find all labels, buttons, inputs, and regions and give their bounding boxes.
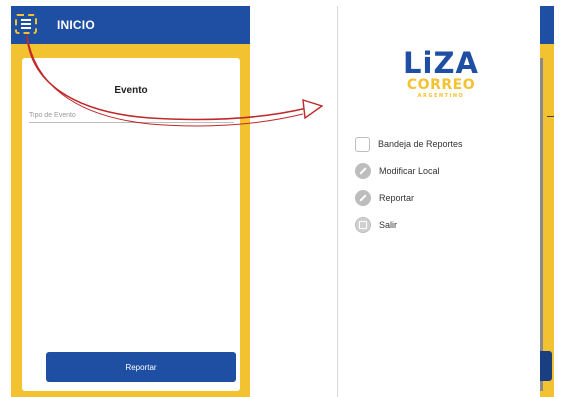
drawer-screen: LiZA CORREO ARGENTINO Bandeja de Reporte… (337, 6, 554, 397)
event-card: Evento Reportar (22, 58, 240, 391)
menu-item-bandeja-de-reportes[interactable]: Bandeja de Reportes (355, 134, 463, 154)
logo-argentino-text: ARGENTINO (417, 93, 465, 99)
menu-item-label: Modificar Local (379, 166, 440, 176)
app-bar: INICIO (11, 6, 250, 44)
logo-correo-text: CORREO (406, 77, 476, 93)
pencil-icon (355, 163, 371, 179)
report-button[interactable]: Reportar (46, 352, 236, 382)
navigation-drawer: LiZA CORREO ARGENTINO Bandeja de Reporte… (337, 6, 540, 397)
logo-liza-text: LiZA (403, 46, 479, 80)
card-title: Evento (114, 85, 148, 96)
pencil-icon (355, 190, 371, 206)
exit-icon (355, 217, 371, 233)
event-type-field[interactable] (29, 108, 234, 123)
menu-item-modificar-local[interactable]: Modificar Local (355, 161, 440, 181)
arrow-head (302, 99, 324, 120)
field-underline-dimmed (547, 116, 554, 117)
inicio-screen: INICIO Evento Reportar (11, 6, 250, 397)
page-title: INICIO (57, 18, 95, 32)
menu-item-reportar[interactable]: Reportar (355, 188, 414, 208)
folder-icon (355, 136, 370, 152)
hamburger-menu-icon[interactable] (15, 14, 37, 34)
menu-item-label: Bandeja de Reportes (378, 139, 463, 149)
liza-correo-logo: LiZA CORREO ARGENTINO (396, 48, 486, 110)
menu-item-label: Salir (379, 220, 398, 230)
menu-item-label: Reportar (379, 193, 415, 203)
menu-item-salir[interactable]: Salir (355, 215, 397, 235)
